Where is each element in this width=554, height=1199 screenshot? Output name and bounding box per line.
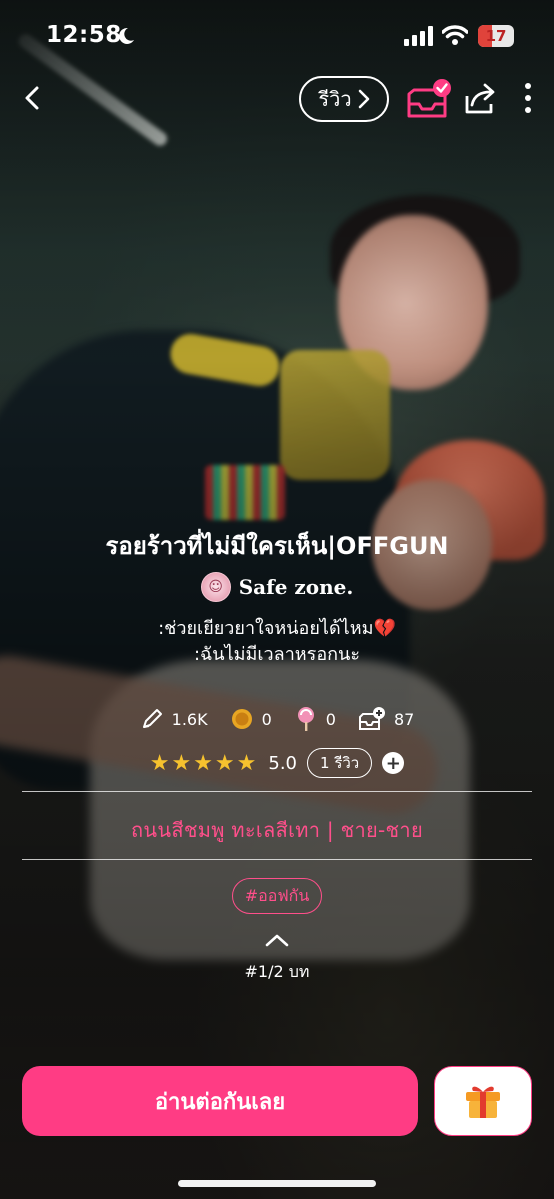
library-add-icon: [358, 707, 385, 730]
rating-score: 5.0: [268, 752, 298, 774]
description-line-2: :ฉันไม่มีเวลาหรอกนะ: [193, 644, 361, 665]
more-options-button[interactable]: [516, 80, 540, 116]
story-title: รอยร้าวที่ไม่มีใครเห็น|OFFGUN: [105, 532, 449, 560]
coin-icon: [231, 709, 252, 729]
author-name: Safe zone.: [238, 575, 354, 599]
divider: [22, 859, 532, 860]
share-icon: [465, 83, 495, 114]
add-to-library-button[interactable]: [404, 78, 454, 122]
broken-heart-icon: 💔: [373, 618, 396, 639]
author-avatar: ☺: [200, 572, 231, 602]
story-stats: 1.6K 0 0 87: [0, 706, 554, 732]
coins-count: 0: [261, 709, 272, 729]
views-stat: 1.6K: [140, 707, 208, 731]
home-indicator: [178, 1180, 376, 1187]
signal-icon: [404, 26, 434, 50]
star-rating: ★★★★★: [149, 750, 259, 776]
back-button[interactable]: [14, 80, 50, 116]
battery-level: 17: [485, 27, 507, 45]
views-count: 1.6K: [171, 709, 208, 729]
chapter-count: #1/2 บท: [244, 962, 310, 981]
story-description: :ช่วยเยียวยาใจหน่อยได้ไหม💔 :ฉันไม่มีเวลา…: [0, 616, 554, 668]
status-time: 12:58: [46, 22, 122, 48]
continue-reading-button[interactable]: อ่านต่อกันเลย: [22, 1066, 418, 1136]
inbox-check-icon: [407, 79, 451, 118]
description-line-1: :ช่วยเยียวยาใจหน่อยได้ไหม: [158, 618, 374, 639]
moon-icon: [116, 26, 136, 50]
coins-stat: 0: [230, 707, 272, 731]
rating-row: ★★★★★ 5.0 1 รีวิว +: [0, 748, 554, 778]
status-bar: 12:58 17: [0, 0, 554, 74]
gift-icon: [466, 1086, 500, 1118]
story-tag[interactable]: #ออฟกัน: [232, 878, 322, 914]
library-stat: 87: [358, 707, 414, 731]
author-row[interactable]: ☺ Safe zone.: [0, 572, 554, 602]
review-button[interactable]: รีวิว: [299, 76, 389, 122]
story-categories[interactable]: ถนนสีชมพู ทะเลสีเทา | ชาย-ชาย: [0, 814, 554, 846]
wifi-icon: [441, 24, 469, 50]
divider: [22, 791, 532, 792]
battery-indicator: 17: [478, 25, 514, 47]
gift-button[interactable]: [434, 1066, 532, 1136]
plus-icon: +: [385, 752, 401, 774]
candy-stat: 0: [294, 706, 336, 732]
candy-count: 0: [325, 709, 336, 729]
lollipop-icon: [297, 707, 314, 731]
review-count-button[interactable]: 1 รีวิว: [307, 748, 373, 778]
share-button[interactable]: [462, 80, 498, 116]
review-chevron-icon: [358, 89, 369, 109]
chevron-up-icon: [265, 934, 289, 947]
library-count: 87: [393, 709, 415, 729]
back-chevron-icon: [25, 86, 39, 110]
continue-reading-label: อ่านต่อกันเลย: [154, 1089, 286, 1115]
expand-chapters-button[interactable]: [264, 930, 290, 950]
pen-icon: [142, 709, 162, 728]
review-label: รีวิว: [318, 87, 352, 111]
more-vertical-icon: [525, 83, 531, 113]
add-review-button[interactable]: +: [382, 752, 405, 774]
